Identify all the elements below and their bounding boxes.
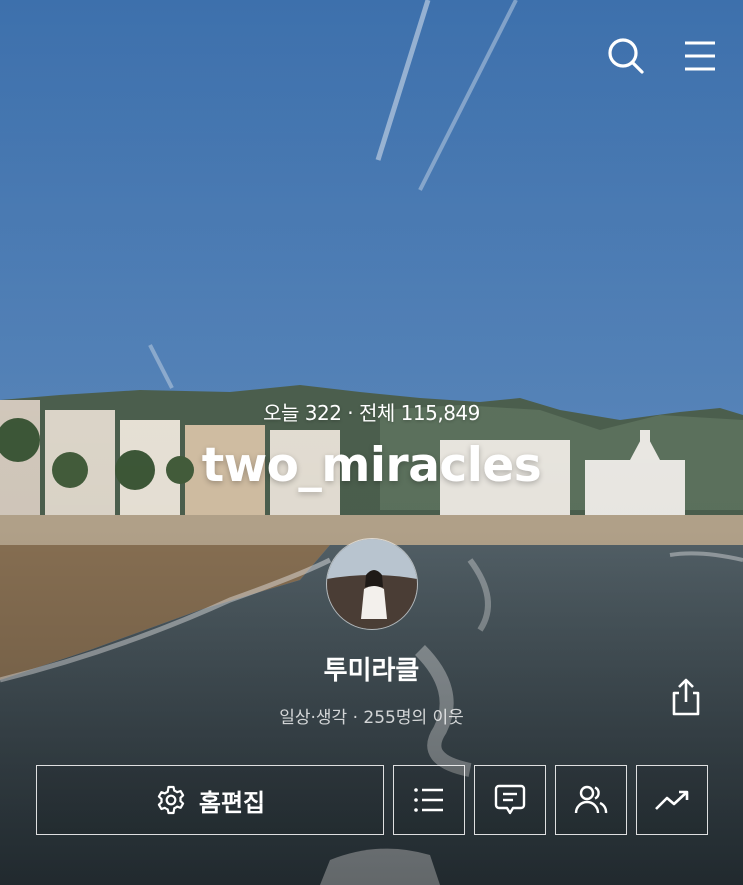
search-icon — [608, 38, 644, 74]
comments-button[interactable] — [474, 765, 546, 835]
search-button[interactable] — [604, 34, 648, 78]
stats-icon — [655, 790, 689, 810]
post-list-button[interactable] — [393, 765, 465, 835]
statistics-button[interactable] — [636, 765, 708, 835]
menu-icon — [685, 41, 715, 71]
comment-icon — [494, 784, 526, 815]
neighbors-button[interactable] — [555, 765, 627, 835]
visitor-stats: 오늘 322 · 전체 115,849 — [263, 401, 480, 425]
edit-home-label: 홈편집 — [198, 788, 266, 817]
neighbors-icon — [574, 785, 608, 814]
avatar[interactable] — [326, 538, 418, 630]
share-icon — [672, 678, 700, 716]
menu-button[interactable] — [678, 34, 722, 78]
share-button[interactable] — [664, 675, 708, 719]
profile-subline: 일상·생각 · 255명의 이웃 — [279, 708, 464, 728]
gear-icon — [157, 785, 185, 815]
blog-title[interactable]: two_miracles — [0, 438, 743, 493]
list-icon — [414, 788, 443, 812]
nickname[interactable]: 투미라클 — [0, 650, 743, 687]
edit-home-button[interactable]: 홈편집 — [36, 765, 384, 835]
